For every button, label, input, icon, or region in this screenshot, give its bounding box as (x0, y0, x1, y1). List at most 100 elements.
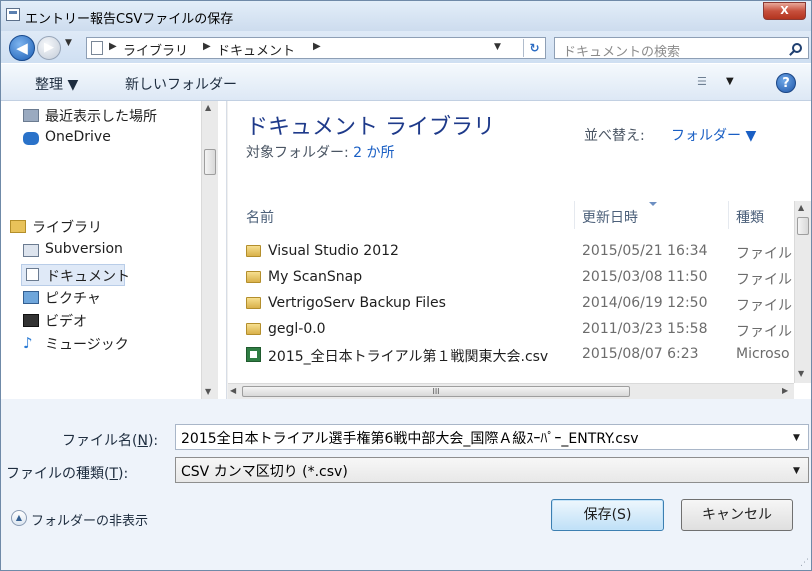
breadcrumb-separator[interactable]: ▶ (203, 41, 211, 52)
navigation-scrollbar[interactable]: ▲ ▼ (201, 101, 218, 399)
column-header-type[interactable]: 種類 (736, 207, 764, 227)
filetype-dropdown[interactable]: ▼ (793, 466, 800, 476)
back-button[interactable]: ◀ (9, 35, 35, 61)
scrollbar-thumb[interactable]: III (242, 386, 630, 397)
sort-indicator-icon (649, 202, 657, 206)
filename-label: ファイル名(N): (62, 433, 159, 449)
title-bar: エントリー報告CSVファイルの保存 X (1, 1, 811, 31)
filetype-select[interactable]: CSV カンマ区切り (*.csv) (175, 457, 809, 483)
filename-field[interactable]: 2015全日本トライアル選手権第6戦中部大会_国際Ａ級ｽｰﾊﾟｰ_ENTRY.c… (175, 424, 809, 450)
scrollbar-thumb[interactable] (204, 149, 216, 175)
sidebar-item-label: ドキュメント (46, 269, 130, 285)
library-icon (10, 220, 26, 233)
pictures-icon (23, 291, 39, 304)
csv-file-icon (246, 347, 261, 362)
sidebar-item-label: ライブラリ (32, 220, 102, 236)
sidebar-item-recent-places[interactable]: 最近表示した場所 (23, 106, 203, 126)
scroll-down-arrow[interactable]: ▼ (205, 387, 211, 396)
folder-icon (246, 297, 261, 309)
forward-button[interactable]: ▶ (37, 36, 61, 60)
file-name: gegl-0.0 (268, 321, 326, 337)
library-title: ドキュメント ライブラリ (246, 115, 495, 140)
sidebar-item-pictures[interactable]: ピクチャ (23, 288, 203, 308)
file-type: ファイル フ (736, 246, 796, 262)
sidebar-item-subversion[interactable]: Subversion (23, 241, 203, 261)
sidebar-item-label: ミュージック (45, 337, 129, 353)
file-list-scrollbar[interactable]: ▲ ▼ (794, 201, 811, 383)
library-locations-link[interactable]: 2 か所 (353, 145, 394, 161)
sidebar-item-label: Subversion (45, 241, 123, 257)
file-row[interactable]: VertrigoServ Backup Files 2014/06/19 12:… (228, 293, 798, 315)
file-row[interactable]: Visual Studio 2012 2015/05/21 16:34 ファイル… (228, 241, 798, 263)
file-row[interactable]: gegl-0.0 2011/03/23 15:58 ファイル フ (228, 319, 798, 341)
scroll-right-arrow[interactable]: ▶ (782, 386, 788, 395)
file-date: 2011/03/23 15:58 (582, 321, 708, 337)
column-divider[interactable] (728, 201, 729, 229)
sidebar-item-music[interactable]: ♪ ミュージック (23, 334, 203, 354)
search-input[interactable]: ドキュメントの検索 (554, 37, 809, 60)
subversion-icon (23, 244, 39, 257)
sort-label: 並べ替え: (584, 128, 645, 144)
help-icon[interactable]: ? (776, 73, 796, 93)
sort-dropdown[interactable]: フォルダー ▼ (671, 125, 756, 145)
file-type: ファイル フ (736, 298, 796, 314)
breadcrumb-separator[interactable]: ▶ (313, 41, 321, 52)
column-header-date[interactable]: 更新日時 (582, 207, 638, 227)
scroll-up-arrow[interactable]: ▲ (798, 203, 804, 212)
refresh-button[interactable]: ↻ (523, 39, 545, 57)
scroll-left-arrow[interactable]: ◀ (230, 386, 236, 395)
address-field[interactable]: ▶ ライブラリ ▶ ドキュメント ▶ ▼ ↻ (86, 37, 546, 59)
cancel-button[interactable]: キャンセル (681, 499, 793, 531)
file-row[interactable]: 2015_全日本トライアル第１戦関東大会.csv 2015/08/07 6:23… (228, 344, 798, 366)
sidebar-item-onedrive[interactable]: OneDrive (23, 129, 203, 149)
folder-icon (246, 271, 261, 283)
hide-folders-button[interactable]: フォルダーの非表示 (31, 510, 148, 529)
scrollbar-thumb[interactable] (797, 217, 809, 235)
documents-icon (91, 41, 103, 55)
organize-button[interactable]: 整理 ▼ (35, 74, 78, 94)
view-options-icon[interactable]: ☰ (697, 75, 713, 89)
horizontal-scrollbar[interactable]: ◀ III ▶ (228, 383, 794, 399)
breadcrumb-separator[interactable]: ▶ (109, 41, 117, 52)
file-date: 2015/03/08 11:50 (582, 269, 708, 285)
dialog-title: エントリー報告CSVファイルの保存 (25, 12, 234, 27)
window-icon (6, 8, 20, 21)
sidebar-item-documents[interactable]: ドキュメント (21, 264, 130, 286)
sidebar-item-library[interactable]: ライブラリ (10, 217, 200, 237)
breadcrumb-documents[interactable]: ドキュメント (217, 40, 295, 59)
file-row[interactable]: My ScanSnap 2015/03/08 11:50 ファイル フ (228, 267, 798, 289)
search-icon[interactable] (792, 43, 802, 53)
save-form: ファイル名(N): 2015全日本トライアル選手権第6戦中部大会_国際Ａ級ｽｰﾊ… (1, 399, 811, 570)
recent-places-icon (23, 109, 39, 122)
breadcrumb-library[interactable]: ライブラリ (123, 40, 188, 59)
close-button[interactable]: X (763, 2, 806, 20)
file-date: 2015/08/07 6:23 (582, 346, 699, 362)
scroll-up-arrow[interactable]: ▲ (205, 103, 211, 112)
file-list-pane: ドキュメント ライブラリ 対象フォルダー: 2 か所 並べ替え: フォルダー ▼… (228, 101, 811, 399)
scroll-down-arrow[interactable]: ▼ (798, 369, 804, 378)
filename-dropdown[interactable]: ▼ (793, 433, 800, 443)
file-name: Visual Studio 2012 (268, 243, 399, 259)
recent-locations-dropdown[interactable]: ▼ (65, 38, 72, 48)
column-header-name[interactable]: 名前 (246, 207, 274, 227)
save-button[interactable]: 保存(S) (551, 499, 664, 531)
library-subtitle-prefix: 対象フォルダー: (246, 145, 354, 161)
view-options-dropdown[interactable]: ▼ (726, 76, 734, 87)
sidebar-item-label: OneDrive (45, 129, 111, 145)
address-dropdown[interactable]: ▼ (494, 42, 501, 52)
library-subtitle: 対象フォルダー: 2 か所 (246, 142, 395, 162)
sidebar-item-videos[interactable]: ビデオ (23, 311, 203, 331)
file-name: 2015_全日本トライアル第１戦関東大会.csv (268, 349, 549, 365)
file-type: ファイル フ (736, 324, 796, 340)
file-date: 2014/06/19 12:50 (582, 295, 708, 311)
sidebar-item-label: ビデオ (45, 314, 87, 330)
new-folder-button[interactable]: 新しいフォルダー (125, 74, 237, 94)
search-placeholder: ドキュメントの検索 (563, 45, 681, 60)
file-type: ファイル フ (736, 272, 796, 288)
collapse-icon[interactable]: ▲ (11, 510, 27, 526)
resize-grip[interactable]: ⋰ (800, 558, 809, 568)
column-divider[interactable] (574, 201, 575, 229)
save-dialog: エントリー報告CSVファイルの保存 X ◀ ▶ ▼ ▶ ライブラリ ▶ ドキュメ… (0, 0, 812, 571)
folder-icon (246, 245, 261, 257)
file-name: VertrigoServ Backup Files (268, 295, 446, 311)
